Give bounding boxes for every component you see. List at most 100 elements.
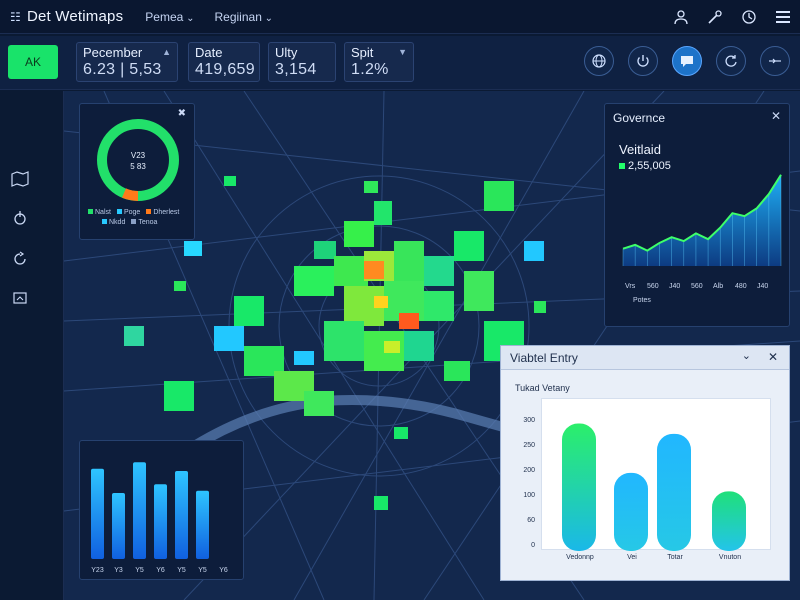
bars-card: Y23 Y3 Y5 Y6 Y5 Y5 Y6: [79, 440, 244, 580]
kpi-value: 6.23 | 5,53: [83, 61, 162, 78]
bar: [657, 433, 691, 551]
bar-y-tick: 300: [523, 417, 535, 424]
bar-x-tick: Y5: [177, 567, 186, 574]
bar-y-tick: 100: [523, 492, 535, 499]
map-icon[interactable]: [10, 169, 30, 189]
kpi-row: AK Pecember 6.23 | 5,53 ▲ Date 419,659 U…: [0, 36, 800, 90]
chevron-down-icon[interactable]: ⌄: [742, 349, 751, 362]
donut-center-label: V23 5 83: [118, 150, 158, 172]
close-icon[interactable]: ✕: [768, 350, 778, 364]
viabtel-entry-window: Viabtel Entry ⌄ ✕ Tukad Vetany 0 60 100 200…: [500, 345, 790, 581]
bar-x-tick: Y5: [135, 567, 144, 574]
chart-title: Tukad Vetany: [515, 383, 570, 393]
area-x-tick: Vrs: [625, 283, 636, 290]
ak-button[interactable]: AK: [8, 45, 58, 79]
menu-icon[interactable]: [774, 8, 792, 26]
bar-x-tick: Y3: [114, 567, 123, 574]
power-icon[interactable]: [628, 46, 658, 76]
nav-menu-region[interactable]: Regiinan: [215, 10, 274, 24]
globe-icon[interactable]: [584, 46, 614, 76]
card-title: Governce: [613, 111, 666, 125]
area-x-tick: 560: [691, 283, 703, 290]
apps-grid-icon: ☷: [10, 9, 21, 24]
donut-card: ✖ V23 5 83 Nalst Poge Dherlest Nkdd Teno…: [79, 103, 195, 240]
kpi-label: Ulty: [275, 45, 298, 60]
kpi-label: Pecember: [83, 45, 143, 60]
bar-y-tick: 0: [531, 542, 535, 549]
area-x-axis: Vrs 560 J40 560 Alb 480 J40: [617, 283, 787, 293]
area-x-tick: J40: [757, 283, 769, 290]
area-x-tick: 480: [735, 283, 747, 290]
legend-label: Dherlest: [153, 209, 180, 216]
area-chart: [622, 174, 782, 266]
donut-center-line: V23: [130, 151, 146, 160]
clock-icon[interactable]: [740, 8, 758, 26]
chat-icon[interactable]: [672, 46, 702, 76]
area-x-label: Potes: [633, 297, 651, 304]
bar: [712, 491, 746, 551]
sidebar: [0, 91, 64, 600]
kpi-card-pecember[interactable]: Pecember 6.23 | 5,53 ▲: [76, 42, 178, 82]
vertical-bar-chart: [562, 423, 746, 551]
bar-y-tick: 200: [523, 467, 535, 474]
bar: [112, 493, 125, 559]
donut-accent-slice: [122, 188, 139, 201]
bar-x-tick: Vnuton: [718, 554, 742, 561]
caret-down-icon: ▼: [398, 47, 407, 57]
nav-menu-pemea[interactable]: Pemea: [145, 10, 194, 24]
area-fill: [623, 174, 781, 266]
brand[interactable]: ☷ Det Wetimaps: [10, 8, 123, 25]
area-x-tick: 560: [647, 283, 659, 290]
legend-entry: Tenoa: [131, 219, 157, 226]
collapse-icon[interactable]: [760, 46, 790, 76]
area-x-tick: J40: [669, 283, 681, 290]
round-button-group: [584, 46, 790, 76]
loop-icon[interactable]: [10, 249, 30, 269]
bar-x-tick: Y23: [91, 567, 104, 574]
legend-entry: Poge: [116, 209, 141, 216]
screen-icon[interactable]: [10, 288, 30, 308]
bar: [133, 462, 146, 559]
bar-x-tick: Vedonnp: [566, 554, 594, 561]
bar-y-tick: 250: [523, 442, 535, 449]
kpi-value: 419,659: [195, 61, 255, 78]
bar-y-tick: 60: [527, 517, 535, 524]
bar: [196, 490, 209, 559]
bar-x-tick: Y6: [219, 567, 228, 574]
legend-label: Poge: [123, 209, 141, 216]
card-subtitle: Veitlaid: [619, 142, 661, 157]
kpi-card-ulty[interactable]: Ulty 3,154: [268, 42, 336, 82]
tools-icon[interactable]: [706, 8, 724, 26]
legend-entry: Nalst: [88, 209, 111, 216]
legend-label: Tenoa: [138, 219, 158, 226]
close-icon[interactable]: ✕: [771, 109, 781, 123]
bar-plot-area: [541, 398, 771, 551]
legend-label: Nkdd: [109, 219, 126, 226]
caret-up-icon: ▲: [162, 47, 171, 57]
window-header: Viabtel Entry ⌄ ✕: [501, 346, 789, 370]
top-bar: ☷ Det Wetimaps Pemea Regiinan: [0, 0, 800, 34]
app-title: Det Wetimaps: [26, 8, 124, 25]
kpi-label: Date: [195, 45, 223, 60]
bar: [614, 472, 648, 551]
bar-x-tick: Y5: [198, 567, 207, 574]
area-x-tick: Alb: [713, 283, 724, 290]
bar: [175, 471, 188, 559]
kpi-card-spit[interactable]: Spit 1.2% ▼: [344, 42, 414, 82]
legend-label: Nalst: [95, 209, 111, 216]
kpi-value: 3,154: [275, 61, 317, 78]
legend-entry: Nkdd: [102, 219, 125, 226]
kpi-card-date[interactable]: Date 419,659: [188, 42, 260, 82]
user-icon[interactable]: [672, 8, 690, 26]
bar-x-tick: Y6: [156, 567, 165, 574]
bar: [562, 423, 596, 551]
small-bar-chart: Y23 Y3 Y5 Y6 Y5 Y5 Y6: [91, 462, 228, 574]
hand-icon[interactable]: [10, 208, 30, 228]
kpi-value: 1.2%: [351, 61, 389, 78]
donut-center-line: 5 83: [130, 162, 146, 171]
window-title: Viabtel Entry: [510, 351, 578, 365]
refresh-icon[interactable]: [716, 46, 746, 76]
bar-x-tick: Totar: [667, 554, 683, 561]
legend-entry: Dherlest: [146, 209, 179, 216]
top-icon-group: [672, 0, 792, 34]
